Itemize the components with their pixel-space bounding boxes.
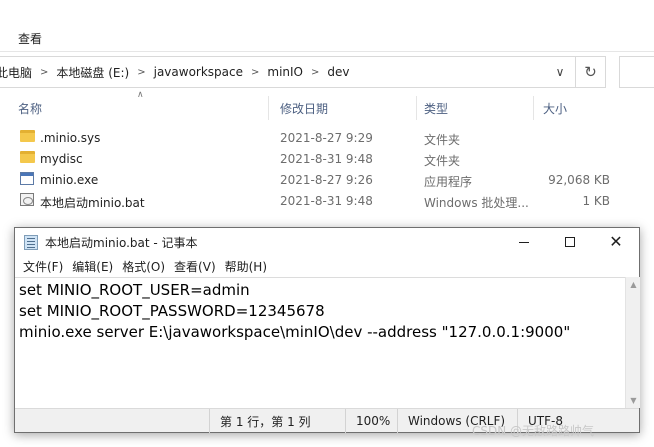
file-row-minio-sys[interactable]: .minio.sys 2021-8-27 9:29 文件夹 <box>0 128 654 149</box>
file-name: minio.exe <box>40 173 99 187</box>
column-header-size[interactable]: 大小 <box>543 96 567 120</box>
file-name: mydisc <box>40 152 83 166</box>
close-icon: ✕ <box>609 232 623 251</box>
file-row-start-bat[interactable]: 本地启动minio.bat 2021-8-31 9:48 Windows 批处理… <box>0 191 654 212</box>
minimize-button[interactable] <box>501 228 547 256</box>
chevron-right-icon[interactable]: > <box>133 67 149 78</box>
column-header-modified[interactable]: 修改日期 <box>280 96 328 120</box>
notepad-titlebar[interactable]: 本地启动minio.bat - 记事本 ✕ <box>15 228 639 256</box>
chevron-right-icon[interactable]: > <box>307 67 323 78</box>
folder-icon <box>20 151 36 165</box>
file-row-mydisc[interactable]: mydisc 2021-8-31 9:48 文件夹 <box>0 149 654 170</box>
column-divider[interactable] <box>416 96 417 120</box>
menu-file[interactable]: 文件(F) <box>19 258 68 275</box>
column-divider[interactable] <box>533 96 534 120</box>
breadcrumb-dev[interactable]: dev <box>323 65 353 79</box>
ribbon: 查看 <box>0 0 654 52</box>
chevron-down-icon[interactable]: ∨ <box>545 57 575 87</box>
file-name: .minio.sys <box>40 131 101 145</box>
notepad-window: 本地启动minio.bat - 记事本 ✕ 文件(F) 编辑(E) 格式(O) … <box>14 227 640 433</box>
chevron-right-icon[interactable]: > <box>36 67 52 78</box>
column-header-name[interactable]: 名称 <box>18 96 42 120</box>
folder-icon <box>20 130 36 144</box>
file-type: 文件夹 <box>424 154 461 168</box>
file-type: 应用程序 <box>424 175 473 189</box>
file-size: 92,068 KB <box>548 173 610 187</box>
file-type: 文件夹 <box>424 133 461 147</box>
column-header-type[interactable]: 类型 <box>424 96 448 120</box>
chevron-right-icon[interactable]: > <box>247 67 263 78</box>
refresh-icon: ↻ <box>584 63 597 81</box>
vertical-scrollbar[interactable]: ▲ ▼ <box>625 277 640 408</box>
scroll-down-icon[interactable]: ▼ <box>626 393 641 408</box>
close-button[interactable]: ✕ <box>593 228 639 256</box>
search-input[interactable] <box>619 56 654 88</box>
editor-line: set MINIO_ROOT_PASSWORD=12345678 <box>19 302 325 320</box>
watermark: CSDN @无敌路路帅气 <box>472 424 595 438</box>
breadcrumb-javaworkspace[interactable]: javaworkspace <box>150 65 247 79</box>
file-date: 2021-8-31 9:48 <box>280 152 373 166</box>
status-position: 第 1 行，第 1 列 <box>209 409 344 433</box>
breadcrumb-drive[interactable]: 本地磁盘 (E:) <box>52 64 133 81</box>
file-date: 2021-8-27 9:29 <box>280 131 373 145</box>
address-bar[interactable]: 此电脑 > 本地磁盘 (E:) > javaworkspace > minIO … <box>0 56 576 88</box>
sort-up-icon: ∧ <box>137 90 144 100</box>
file-size: 1 KB <box>582 194 610 208</box>
status-zoom: 100% <box>345 409 397 433</box>
maximize-icon <box>565 237 575 247</box>
file-type: Windows 批处理... <box>424 196 529 210</box>
text-editor[interactable]: set MINIO_ROOT_USER=adminset MINIO_ROOT_… <box>15 277 625 408</box>
editor-line: set MINIO_ROOT_USER=admin <box>19 281 250 299</box>
menu-format[interactable]: 格式(O) <box>118 258 170 275</box>
menu-bar: 文件(F) 编辑(E) 格式(O) 查看(V) 帮助(H) <box>15 256 639 277</box>
menu-help[interactable]: 帮助(H) <box>221 258 272 275</box>
editor-line: minio.exe server E:\javaworkspace\minIO\… <box>19 323 571 341</box>
file-row-minio-exe[interactable]: minio.exe 2021-8-27 9:26 应用程序 92,068 KB <box>0 170 654 191</box>
ribbon-tab-view[interactable]: 查看 <box>18 30 42 47</box>
window-title: 本地启动minio.bat - 记事本 <box>45 236 198 250</box>
file-name: 本地启动minio.bat <box>40 196 145 210</box>
file-date: 2021-8-27 9:26 <box>280 173 373 187</box>
refresh-button[interactable]: ↻ <box>576 56 606 88</box>
scroll-up-icon[interactable]: ▲ <box>626 277 641 292</box>
notepad-icon <box>24 235 38 250</box>
bat-icon <box>20 193 36 207</box>
menu-edit[interactable]: 编辑(E) <box>68 258 118 275</box>
breadcrumb-minio[interactable]: minIO <box>263 65 307 79</box>
file-date: 2021-8-31 9:48 <box>280 194 373 208</box>
exe-icon <box>20 172 36 186</box>
menu-view[interactable]: 查看(V) <box>170 258 221 275</box>
minimize-icon <box>519 241 529 243</box>
breadcrumb-this-pc[interactable]: 此电脑 <box>0 64 36 81</box>
column-divider[interactable] <box>268 96 269 120</box>
maximize-button[interactable] <box>547 228 593 256</box>
